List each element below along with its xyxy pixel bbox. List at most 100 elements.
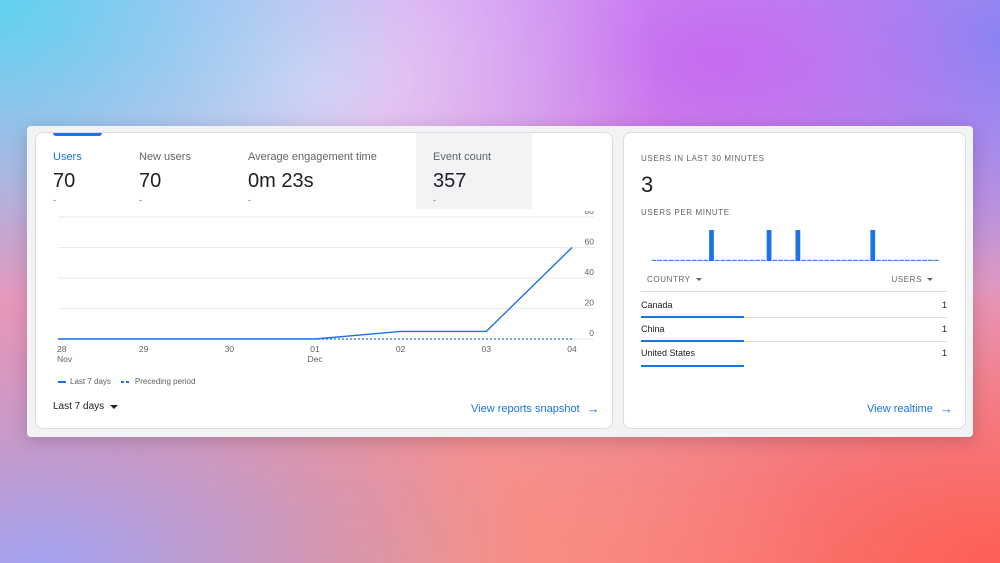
x-tick-label: 02 bbox=[396, 344, 406, 354]
legend-previous: Preceding period bbox=[120, 377, 196, 386]
country-users: 1 bbox=[941, 348, 947, 358]
caret-down-icon bbox=[695, 278, 702, 281]
country-header-label: COUNTRY bbox=[647, 275, 691, 284]
minute-bar bbox=[766, 230, 772, 261]
solid-line-icon bbox=[58, 380, 66, 383]
minute-bar-empty bbox=[812, 259, 818, 261]
minute-bar bbox=[795, 230, 801, 261]
metric-engagement-tab[interactable]: Average engagement time 0m 23s - bbox=[231, 133, 416, 209]
view-reports-snapshot-link[interactable]: View reports snapshot → bbox=[471, 401, 600, 416]
country-name: China bbox=[641, 324, 665, 334]
metric-delta: - bbox=[433, 195, 436, 205]
caret-down-icon bbox=[110, 404, 119, 409]
minute-bar-empty bbox=[864, 259, 870, 261]
minute-bar-empty bbox=[743, 259, 749, 261]
minute-bar-empty bbox=[835, 259, 841, 261]
minute-bar-empty bbox=[726, 259, 732, 261]
overview-card: Users 70 - New users 70 - Average engage… bbox=[35, 132, 613, 429]
y-tick-label: 20 bbox=[585, 298, 595, 308]
metric-delta: - bbox=[248, 195, 251, 205]
metric-delta: - bbox=[53, 195, 56, 205]
country-column-header[interactable]: COUNTRY bbox=[647, 275, 702, 284]
minute-bar-empty bbox=[847, 259, 853, 261]
minute-bar-empty bbox=[789, 259, 795, 261]
minute-bar bbox=[709, 230, 714, 261]
y-tick-label: 60 bbox=[585, 237, 595, 247]
dashed-line-icon bbox=[120, 380, 131, 383]
metric-users-tab[interactable]: Users 70 - bbox=[36, 133, 128, 209]
minute-bar-empty bbox=[749, 259, 755, 261]
minute-bar-empty bbox=[910, 259, 916, 261]
metric-value: 70 bbox=[139, 170, 162, 192]
country-table-header: COUNTRY USERS bbox=[641, 272, 947, 292]
x-tick-sublabel: Dec bbox=[307, 354, 323, 364]
users-column-header[interactable]: USERS bbox=[891, 275, 933, 284]
metric-event-count-tab[interactable]: Event count 357 - bbox=[416, 133, 532, 209]
minute-bar-empty bbox=[881, 259, 887, 261]
minute-bar-empty bbox=[651, 259, 657, 261]
minute-bar-empty bbox=[916, 259, 922, 261]
legend-previous-label: Preceding period bbox=[134, 377, 196, 386]
users-per-minute-chart bbox=[651, 230, 939, 261]
x-tick-sublabel: Nov bbox=[57, 354, 73, 364]
metric-new-users-tab[interactable]: New users 70 - bbox=[122, 133, 230, 209]
realtime-card: USERS IN LAST 30 MINUTES 3 USERS PER MIN… bbox=[623, 132, 966, 429]
minute-bar-empty bbox=[887, 259, 893, 261]
y-tick-label: 40 bbox=[585, 267, 595, 277]
minute-bar-empty bbox=[657, 259, 663, 261]
minute-bar-empty bbox=[807, 259, 812, 261]
minute-bar-empty bbox=[720, 259, 726, 261]
caret-down-icon bbox=[927, 278, 933, 281]
minute-bar-empty bbox=[778, 259, 783, 261]
metric-value: 70 bbox=[53, 170, 76, 192]
minute-bar-empty bbox=[927, 259, 933, 261]
metric-label: Users bbox=[53, 151, 82, 163]
minute-bar-empty bbox=[830, 259, 835, 261]
minute-bar-empty bbox=[703, 259, 709, 261]
arrow-right-icon: → bbox=[939, 401, 953, 416]
minute-bar-empty bbox=[899, 259, 904, 261]
metric-value: 357 bbox=[433, 170, 467, 192]
minute-bar-empty bbox=[783, 259, 789, 261]
minute-bar-empty bbox=[668, 259, 674, 261]
minute-bar-empty bbox=[760, 259, 766, 261]
arrow-right-icon: → bbox=[586, 401, 600, 416]
minute-bar-empty bbox=[697, 259, 703, 261]
x-tick-label: 04 bbox=[567, 344, 577, 354]
y-tick-label: 0 bbox=[589, 328, 594, 338]
minute-bar-empty bbox=[755, 259, 760, 261]
x-tick-label: 29 bbox=[139, 344, 149, 354]
date-range-dropdown[interactable]: Last 7 days bbox=[53, 401, 119, 412]
minute-bar-empty bbox=[858, 259, 864, 261]
metric-delta: - bbox=[139, 195, 142, 205]
table-row: United States 1 bbox=[641, 342, 947, 367]
minute-bar-empty bbox=[893, 259, 899, 261]
y-tick-label: 80 bbox=[585, 211, 595, 216]
realtime-user-count: 3 bbox=[641, 172, 654, 197]
realtime-title: USERS IN LAST 30 MINUTES bbox=[641, 154, 765, 163]
metric-value: 0m 23s bbox=[248, 170, 314, 192]
country-name: United States bbox=[641, 348, 696, 358]
minute-bar-empty bbox=[732, 259, 737, 261]
x-tick-label: 30 bbox=[225, 344, 235, 354]
minute-bar-empty bbox=[841, 259, 847, 261]
minute-bar-empty bbox=[674, 259, 680, 261]
dashboard-panel: Users 70 - New users 70 - Average engage… bbox=[27, 126, 973, 437]
share-bar bbox=[641, 365, 744, 367]
country-users: 1 bbox=[941, 324, 947, 334]
minute-bar-empty bbox=[714, 259, 720, 261]
minute-bar-empty bbox=[933, 259, 939, 261]
users-header-label: USERS bbox=[891, 275, 922, 284]
date-range-label: Last 7 days bbox=[53, 401, 105, 412]
view-realtime-link[interactable]: View realtime → bbox=[867, 401, 953, 416]
view-realtime-label: View realtime bbox=[867, 403, 933, 415]
view-reports-label: View reports snapshot bbox=[471, 403, 580, 415]
table-row: Canada 1 bbox=[641, 294, 947, 318]
legend-current: Last 7 days bbox=[58, 377, 111, 386]
metric-label: New users bbox=[139, 151, 191, 163]
minute-bar-empty bbox=[680, 259, 686, 261]
minute-bar-empty bbox=[876, 259, 881, 261]
series-line-current bbox=[58, 246, 573, 340]
minute-bar-empty bbox=[922, 259, 927, 261]
minute-bar-empty bbox=[772, 259, 778, 261]
